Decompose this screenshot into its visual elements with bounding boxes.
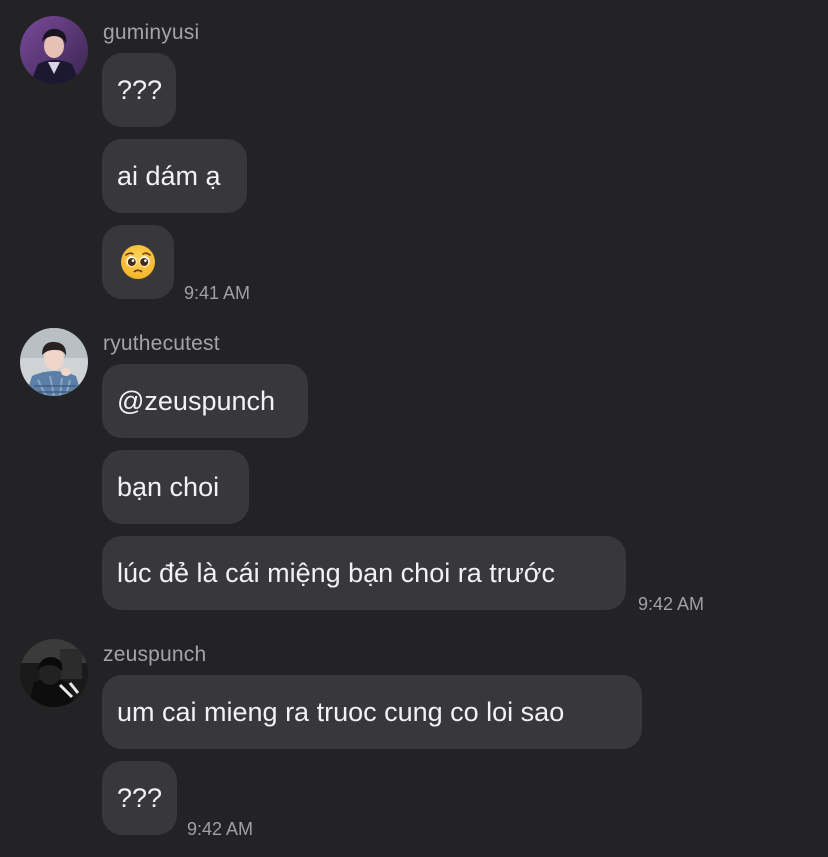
- message-text: lúc đẻ là cái miệng bạn choi ra trước: [117, 557, 555, 588]
- sender-name: zeuspunch: [103, 643, 207, 666]
- message-text: ???: [117, 782, 163, 813]
- avatar-ryuthecutest[interactable]: [20, 328, 88, 396]
- message-bubble[interactable]: lúc đẻ là cái miệng bạn choi ra trước: [102, 536, 626, 610]
- sender-name: guminyusi: [103, 21, 200, 44]
- message-text: ai dám ạ: [117, 160, 221, 191]
- message-bubble[interactable]: bạn choi: [102, 450, 249, 524]
- message-bubble[interactable]: ai dám ạ: [102, 139, 247, 213]
- avatar-photo: [20, 639, 88, 707]
- avatar-photo: [20, 328, 88, 396]
- avatar-photo: [20, 16, 88, 84]
- sender-name: ryuthecutest: [103, 332, 220, 355]
- message-text: ???: [117, 74, 163, 105]
- message-bubble[interactable]: um cai mieng ra truoc cung co loi sao: [102, 675, 642, 749]
- message-timestamp: 9:42 AM: [187, 819, 254, 839]
- message-bubble[interactable]: @zeuspunch: [102, 364, 308, 438]
- avatar-zeuspunch[interactable]: [20, 639, 88, 707]
- pleading-face-emoji: [121, 245, 155, 279]
- message-bubble[interactable]: [102, 225, 174, 299]
- message-bubble[interactable]: ???: [102, 761, 177, 835]
- avatar-guminyusi[interactable]: [20, 16, 88, 84]
- message-bubble[interactable]: ???: [102, 53, 176, 127]
- message-text: bạn choi: [117, 471, 220, 502]
- message-timestamp: 9:41 AM: [184, 283, 251, 303]
- message-timestamp: 9:42 AM: [638, 594, 705, 614]
- message-text: um cai mieng ra truoc cung co loi sao: [117, 696, 565, 727]
- message-text: @zeuspunch: [117, 385, 276, 416]
